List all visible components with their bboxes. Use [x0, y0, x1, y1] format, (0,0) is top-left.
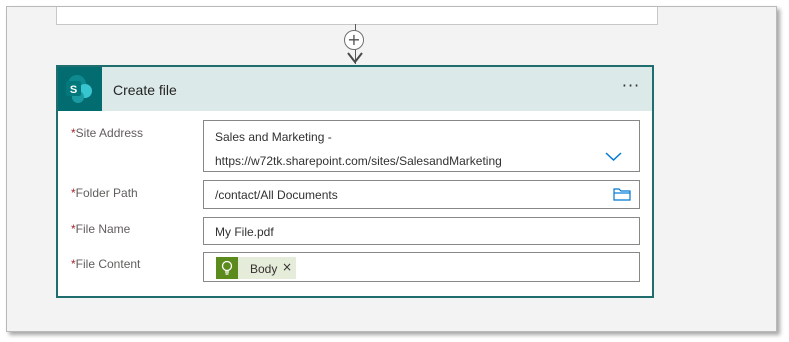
- folder-icon[interactable]: [613, 187, 631, 201]
- file-content-label: *File Content: [71, 257, 140, 271]
- file-name-input[interactable]: My File.pdf: [203, 217, 640, 245]
- remove-token-button[interactable]: ×: [282, 260, 292, 274]
- action-card-header[interactable]: S Create file ···: [58, 67, 652, 111]
- file-content-label-text: File Content: [75, 257, 141, 271]
- file-content-input[interactable]: Body ×: [203, 252, 640, 282]
- action-title: Create file: [113, 82, 177, 98]
- chevron-down-icon[interactable]: [605, 151, 622, 162]
- file-name-label-text: File Name: [75, 222, 131, 236]
- token-label: Body: [250, 262, 278, 276]
- sharepoint-letter: S: [70, 84, 77, 96]
- more-options-button[interactable]: ···: [619, 78, 643, 97]
- sharepoint-icon: S: [58, 67, 102, 111]
- file-name-label: *File Name: [71, 222, 130, 236]
- previous-step-card[interactable]: [56, 7, 658, 25]
- add-step-button[interactable]: +: [344, 30, 364, 50]
- create-file-action-card: S Create file ··· *Site Address Sales an…: [56, 65, 654, 298]
- plus-icon: +: [347, 30, 361, 49]
- folder-path-label-text: Folder Path: [75, 186, 138, 200]
- file-name-value: My File.pdf: [215, 225, 274, 239]
- site-address-label: *Site Address: [71, 126, 143, 140]
- site-address-dropdown[interactable]: Sales and Marketing - https://w72tk.shar…: [203, 120, 640, 172]
- dynamic-content-token[interactable]: Body ×: [216, 257, 296, 279]
- lightbulb-icon: [216, 257, 238, 279]
- folder-path-label: *Folder Path: [71, 186, 138, 200]
- site-address-name: Sales and Marketing -: [215, 130, 332, 144]
- flow-canvas: + S Create file ··· *Site Address Sales …: [6, 6, 777, 332]
- site-address-url: https://w72tk.sharepoint.com/sites/Sales…: [215, 154, 502, 168]
- site-address-label-text: Site Address: [75, 126, 144, 140]
- folder-path-input[interactable]: /contact/All Documents: [203, 180, 640, 209]
- arrow-down-icon: [347, 52, 363, 64]
- folder-path-value: /contact/All Documents: [215, 188, 338, 202]
